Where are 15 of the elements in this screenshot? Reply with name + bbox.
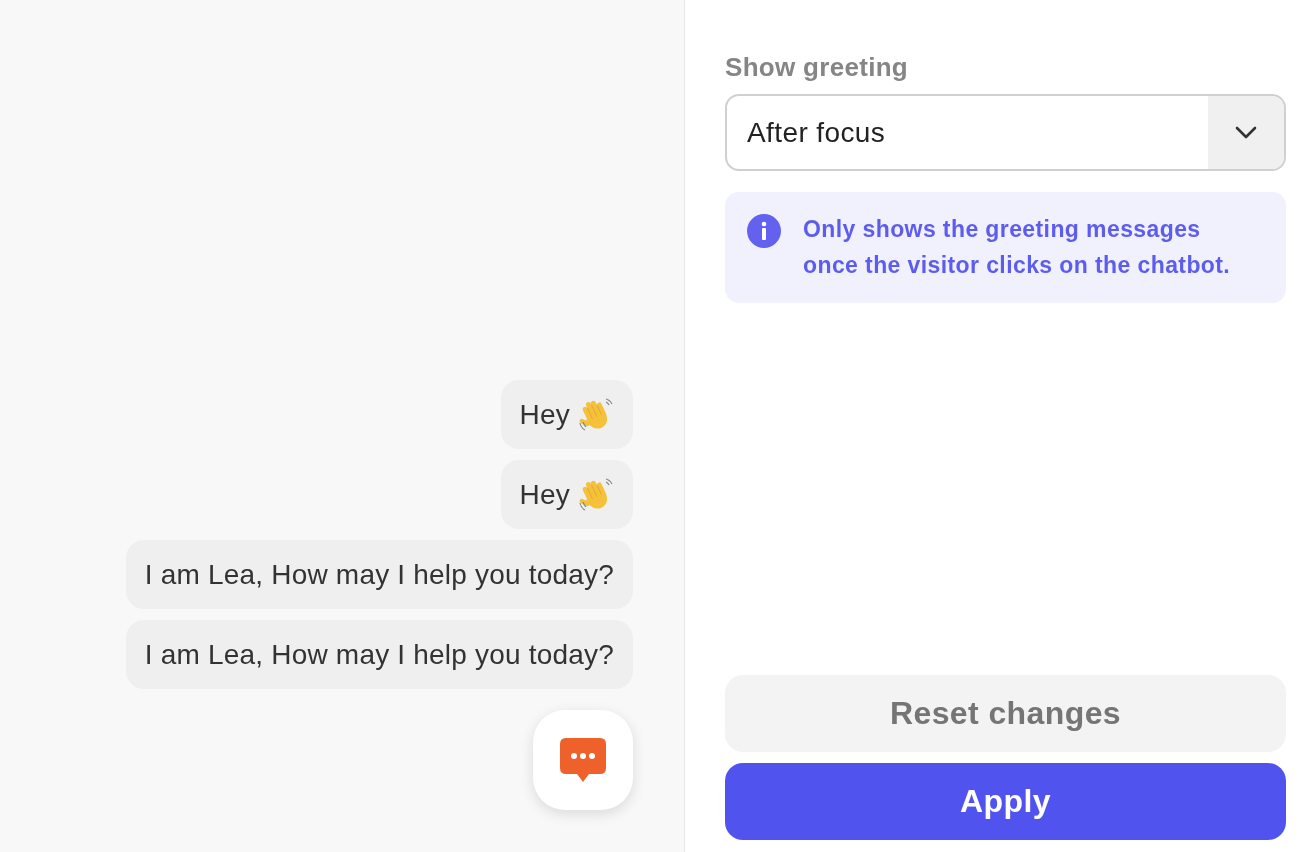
message-text: I am Lea, How may I help you today?	[144, 560, 614, 589]
info-text: Only shows the greeting messages once the visitor clicks on the chatbot.	[803, 215, 1232, 280]
chevron-down-icon	[1235, 126, 1257, 139]
greeting-dropdown[interactable]: After focus	[725, 94, 1286, 171]
waving-hand-icon	[578, 476, 614, 513]
info-icon	[747, 214, 781, 248]
message-text: Hey	[519, 400, 570, 429]
field-label: Show greeting	[725, 52, 910, 83]
chat-launcher-button[interactable]	[533, 710, 633, 810]
message-text: I am Lea, How may I help you today?	[144, 640, 614, 669]
waving-hand-icon	[578, 396, 614, 433]
message-text: Hey	[519, 480, 570, 509]
reset-button[interactable]: Reset changes	[725, 675, 1286, 752]
apply-button[interactable]: Apply	[725, 763, 1286, 840]
chat-bubble-icon	[560, 738, 606, 782]
